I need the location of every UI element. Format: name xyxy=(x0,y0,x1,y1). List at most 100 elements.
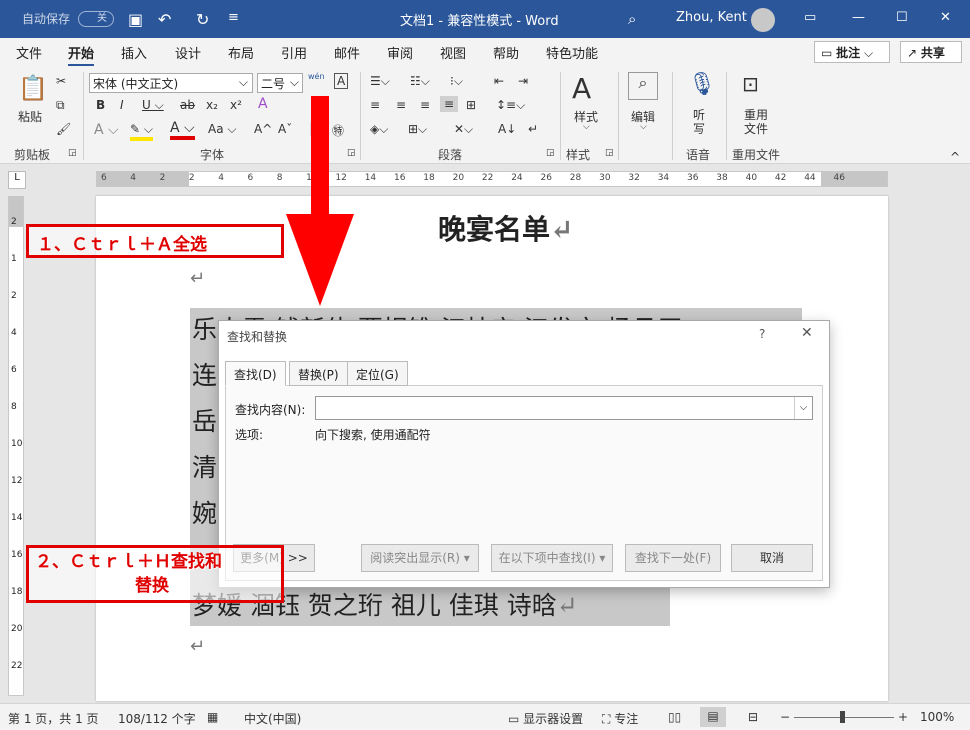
save-icon[interactable]: ▣ xyxy=(128,10,143,29)
word-count[interactable]: 108/112 个字 xyxy=(118,710,196,727)
find-in-button[interactable]: 在以下项中查找(I) ▾ xyxy=(491,544,613,572)
search-icon[interactable]: ⌕ xyxy=(628,10,636,28)
multilevel-icon[interactable]: ⁝⌵ xyxy=(450,74,463,89)
help-button[interactable]: ? xyxy=(759,327,765,341)
clear-format-icon[interactable]: A xyxy=(258,96,268,112)
maximize-icon[interactable]: ☐ xyxy=(896,10,908,25)
dialog-close-icon[interactable]: ✕ xyxy=(801,325,813,341)
styles-chevron-icon[interactable]: ⌵ xyxy=(583,122,590,132)
change-case-icon[interactable]: Aa ⌵ xyxy=(208,122,236,137)
reading-highlight-button[interactable]: 阅读突出显示(R) ▾ xyxy=(361,544,479,572)
strikethrough-icon[interactable]: ab xyxy=(180,98,195,112)
decrease-indent-icon[interactable]: ⇤ xyxy=(494,74,504,88)
tab-design[interactable]: 设计 xyxy=(175,43,201,62)
tab-insert[interactable]: 插入 xyxy=(121,43,147,62)
tab-mailings[interactable]: 邮件 xyxy=(334,43,360,62)
superscript-icon[interactable]: x² xyxy=(230,98,242,112)
reuse-files-button[interactable]: 重用文件 xyxy=(744,108,770,136)
find-icon[interactable]: ⌕ xyxy=(628,72,658,100)
vertical-ruler[interactable]: 2 1 2 4 6 8 10 12 14 16 18 20 22 xyxy=(8,196,24,696)
zoom-level[interactable]: 100% xyxy=(920,710,954,724)
styles-launcher-icon[interactable]: ◲ xyxy=(605,148,614,158)
paste-button[interactable]: 粘贴 xyxy=(18,108,42,125)
numbering-icon[interactable]: ☷⌵ xyxy=(410,74,430,89)
tab-help[interactable]: 帮助 xyxy=(493,43,519,62)
microphone-icon[interactable]: 🎙 xyxy=(688,72,716,97)
tab-file[interactable]: 文件 xyxy=(16,43,42,62)
undo-icon[interactable]: ↶ xyxy=(158,10,171,29)
align-left-icon[interactable]: ≡ xyxy=(370,98,380,112)
align-center-icon[interactable]: ≡ xyxy=(396,98,406,112)
proofing-icon[interactable]: ▦ xyxy=(207,710,218,724)
clipboard-launcher-icon[interactable]: ◲ xyxy=(68,148,77,158)
reuse-files-icon[interactable]: ⊡ xyxy=(742,72,759,96)
avatar[interactable] xyxy=(751,8,775,32)
align-right-icon[interactable]: ≡ xyxy=(420,98,430,112)
styles-icon[interactable]: A xyxy=(572,72,591,105)
cancel-button[interactable]: 取消 xyxy=(731,544,813,572)
tab-goto[interactable]: 定位(G) xyxy=(347,361,408,386)
borders-icon[interactable]: ⊞⌵ xyxy=(408,122,427,137)
italic-icon[interactable]: I xyxy=(120,98,124,112)
autosave-toggle[interactable]: 关 xyxy=(78,11,114,27)
underline-icon[interactable]: U ⌵ xyxy=(142,98,164,113)
line-spacing-icon[interactable]: ↕≡⌵ xyxy=(496,98,525,113)
copy-icon[interactable]: ⧉ xyxy=(56,98,65,113)
display-settings[interactable]: ▭ 显示器设置 xyxy=(508,710,583,727)
minimize-icon[interactable]: — xyxy=(852,10,865,25)
shading-icon[interactable]: ◈⌵ xyxy=(370,122,388,137)
font-name-select[interactable]: 宋体 (中文正文) ⌵ xyxy=(89,73,253,93)
tab-review[interactable]: 审阅 xyxy=(387,43,413,62)
redo-icon[interactable]: ↻ xyxy=(196,10,209,29)
distributed-icon[interactable]: ⊞ xyxy=(466,98,476,112)
chinese-layout-icon[interactable]: ✕⌵ xyxy=(454,122,473,137)
language[interactable]: 中文(中国) xyxy=(244,710,301,727)
web-layout-icon[interactable]: ⊟ xyxy=(748,710,758,724)
text-effects-icon[interactable]: A ⌵ xyxy=(94,122,119,138)
collapse-ribbon-icon[interactable]: ^ xyxy=(950,150,960,164)
customize-qat-icon[interactable]: ≡ xyxy=(228,10,239,25)
cut-icon[interactable]: ✂ xyxy=(56,74,66,88)
subscript-icon[interactable]: x₂ xyxy=(206,98,218,112)
grow-font-icon[interactable]: A^ xyxy=(254,122,272,136)
font-color-icon[interactable]: A ⌵ xyxy=(170,120,195,140)
tab-special[interactable]: 特色功能 xyxy=(546,43,598,62)
bold-icon[interactable]: B xyxy=(96,98,105,112)
paste-icon[interactable]: 📋 xyxy=(18,74,48,102)
tab-selector[interactable]: L xyxy=(8,171,26,189)
dictate-button[interactable]: 听写 xyxy=(693,108,707,136)
tab-find[interactable]: 查找(D) xyxy=(225,361,286,386)
tab-replace[interactable]: 替换(P) xyxy=(289,361,348,386)
sort-icon[interactable]: A↓ xyxy=(498,122,516,136)
show-marks-icon[interactable]: ↵ xyxy=(528,122,538,136)
zoom-slider[interactable] xyxy=(794,711,894,723)
horizontal-ruler[interactable]: 6422468101214161820222426283032343638404… xyxy=(96,171,888,187)
editing-chevron-icon[interactable]: ⌵ xyxy=(640,122,647,132)
user-name[interactable]: Zhou, Kent xyxy=(676,10,747,25)
read-mode-icon[interactable]: ▯▯ xyxy=(668,710,681,724)
highlight-icon[interactable]: ✎ ⌵ xyxy=(130,122,153,141)
find-next-button[interactable]: 查找下一处(F) xyxy=(625,544,721,572)
share-button[interactable]: ↗ 共享 xyxy=(900,41,962,63)
zoom-out-icon[interactable]: − xyxy=(780,710,790,724)
tab-references[interactable]: 引用 xyxy=(281,43,307,62)
tab-home[interactable]: 开始 xyxy=(68,43,95,67)
justify-icon[interactable]: ≡ xyxy=(440,96,459,112)
paragraph-launcher-icon[interactable]: ◲ xyxy=(546,148,555,158)
zoom-in-icon[interactable]: + xyxy=(898,710,908,724)
close-icon[interactable]: ✕ xyxy=(940,10,951,25)
find-dropdown-icon[interactable]: ⌵ xyxy=(794,397,812,419)
find-input[interactable]: ⌵ xyxy=(315,396,813,420)
font-size-select[interactable]: 二号 ⌵ xyxy=(257,73,303,93)
tab-layout[interactable]: 布局 xyxy=(228,43,254,62)
format-painter-icon[interactable]: 🖌 xyxy=(56,122,71,136)
phonetic-guide-icon[interactable]: wén xyxy=(308,72,325,81)
bullets-icon[interactable]: ☰⌵ xyxy=(370,74,390,89)
ribbon-display-icon[interactable]: ▭ xyxy=(804,10,816,25)
print-layout-icon[interactable]: ▤ xyxy=(700,707,726,727)
char-border-icon[interactable]: A xyxy=(334,73,349,89)
page-count[interactable]: 第 1 页，共 1 页 xyxy=(8,710,99,727)
increase-indent-icon[interactable]: ⇥ xyxy=(518,74,528,88)
comments-button[interactable]: ▭ 批注 ⌵ xyxy=(814,41,890,63)
tab-view[interactable]: 视图 xyxy=(440,43,466,62)
